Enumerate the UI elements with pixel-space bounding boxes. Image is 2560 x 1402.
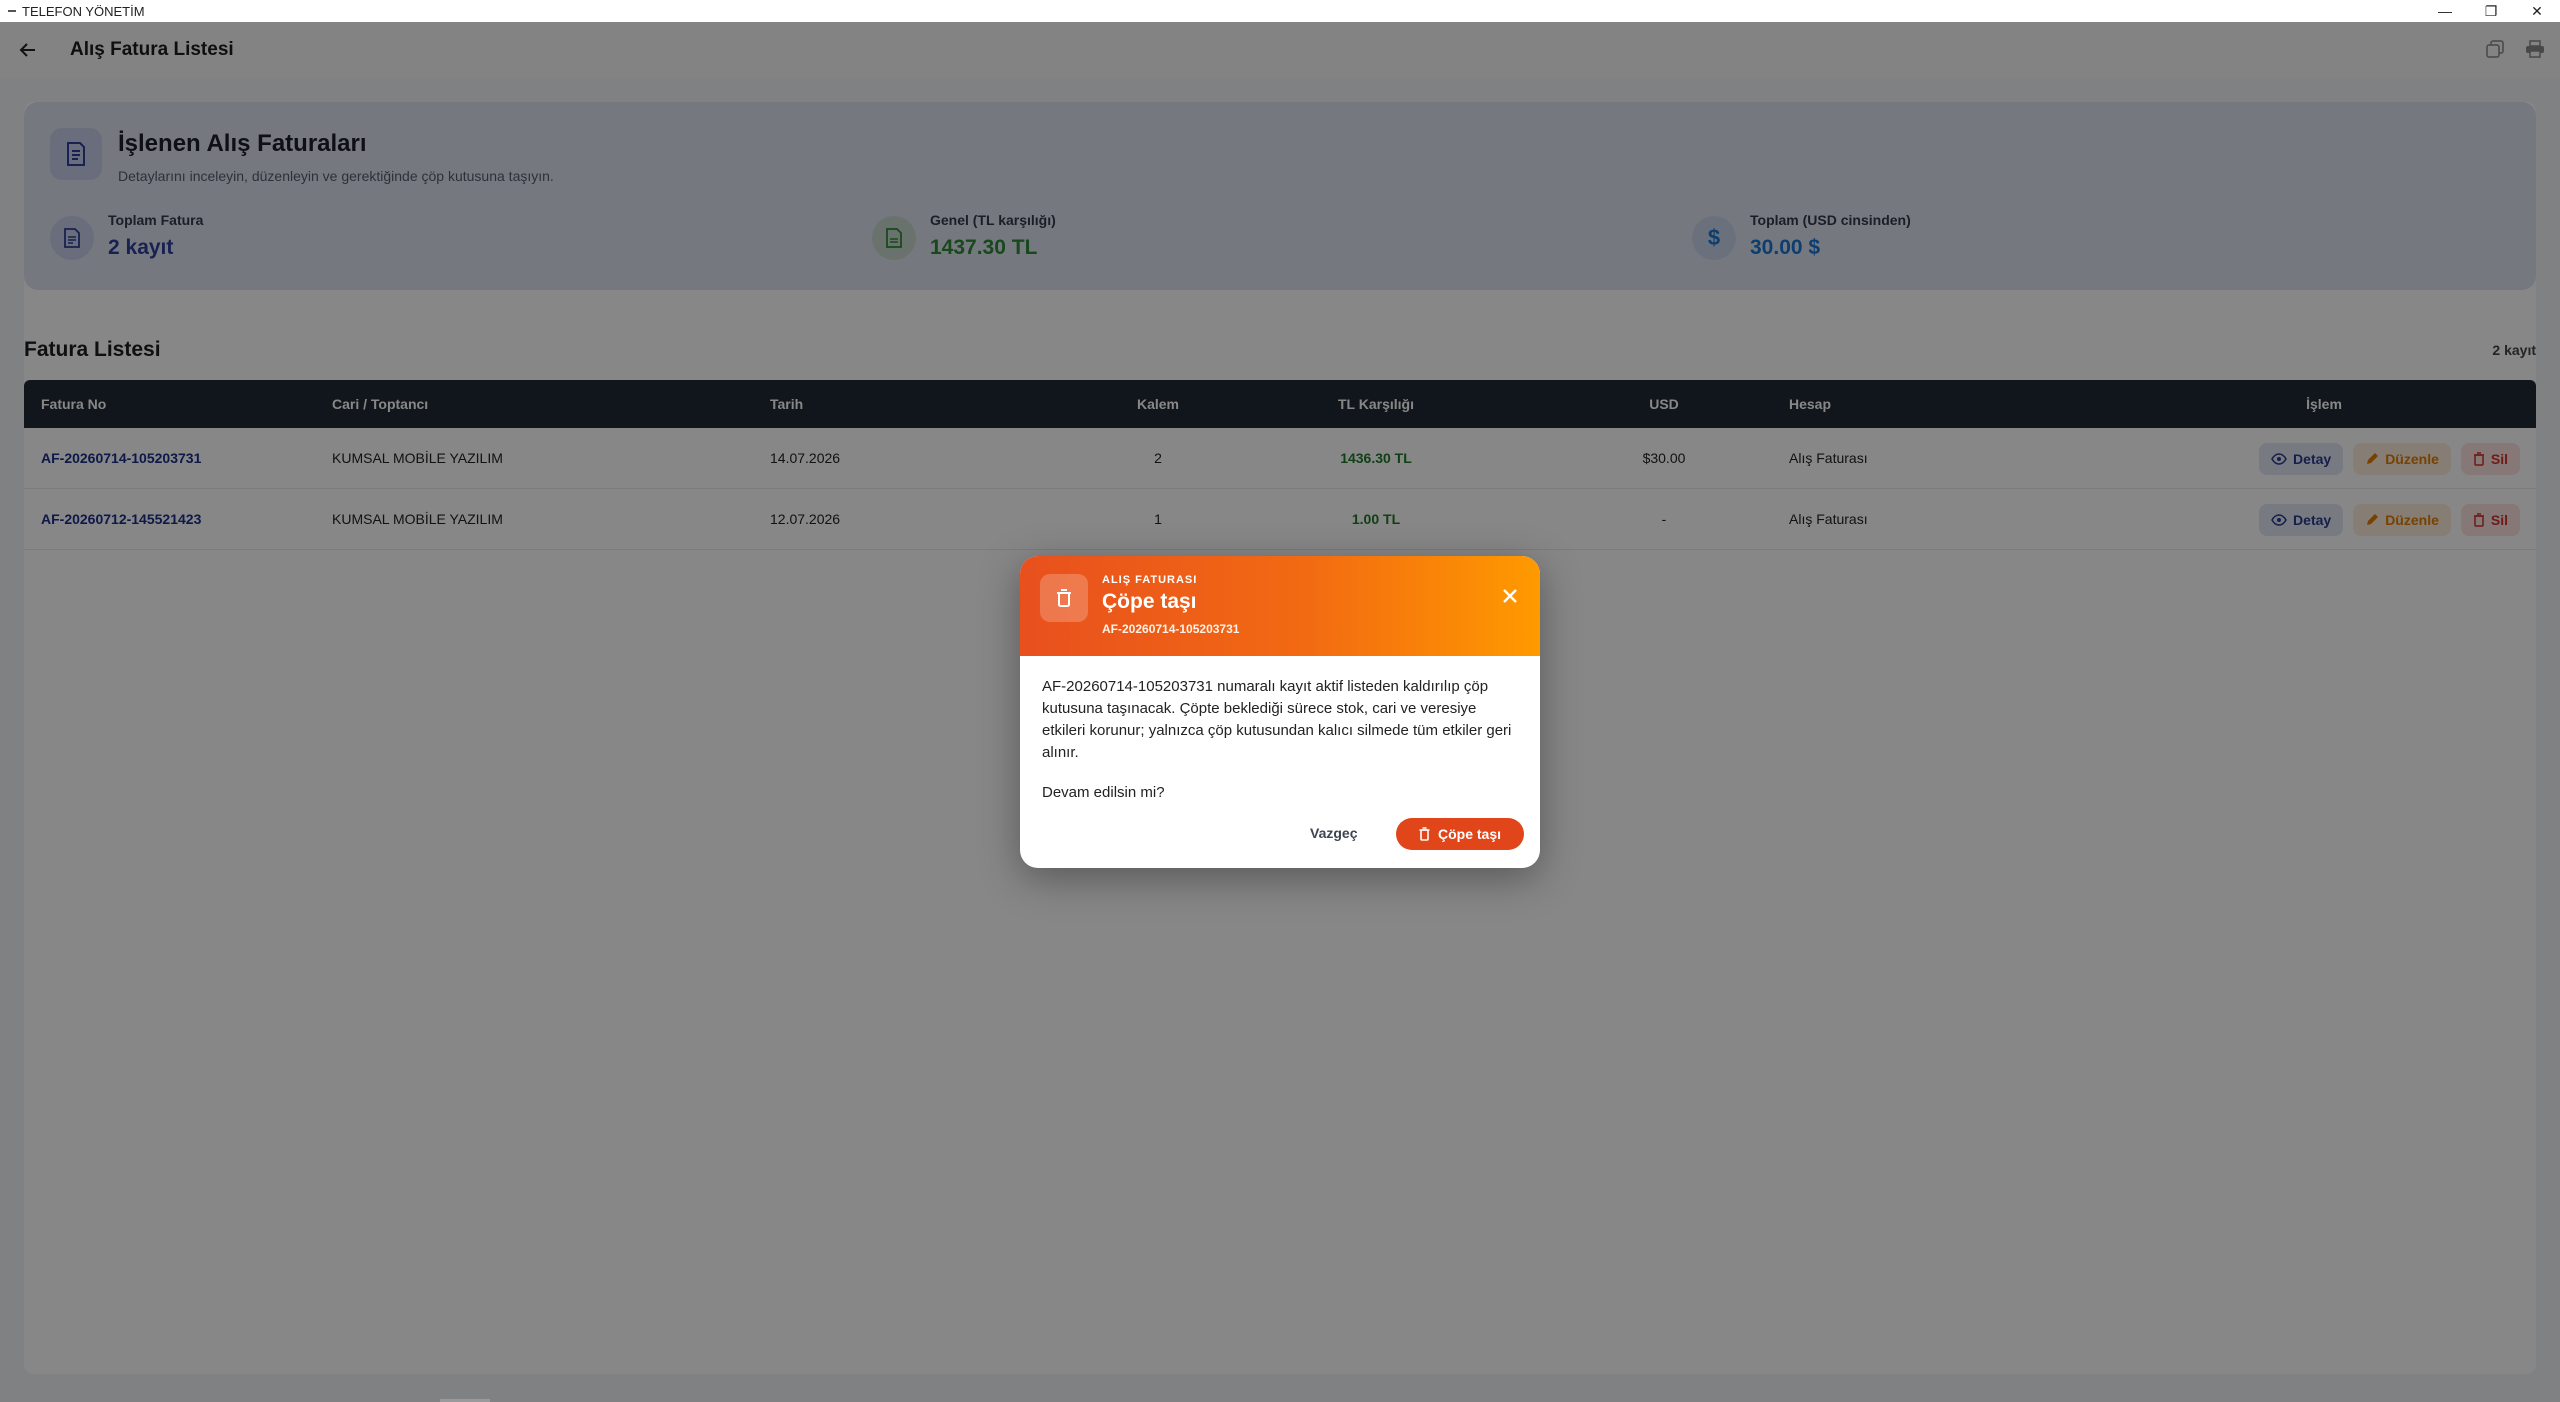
dialog-close-button[interactable]	[1496, 582, 1524, 610]
move-to-trash-button[interactable]: Çöpe taşı	[1396, 818, 1524, 850]
dialog-message: AF-20260714-105203731 numaralı kayıt akt…	[1042, 678, 1512, 761]
window-title: TELEFON YÖNETİM	[22, 3, 145, 19]
dialog-kicker: ALIŞ FATURASI	[1102, 574, 1198, 586]
close-window-button[interactable]: ✕	[2514, 0, 2560, 22]
app-icon	[8, 10, 16, 12]
trash-icon	[1040, 574, 1088, 622]
dialog-question: Devam edilsin mi?	[1042, 784, 1165, 801]
minimize-button[interactable]: —	[2422, 0, 2468, 22]
restore-button[interactable]: ❐	[2468, 0, 2514, 22]
window-controls: — ❐ ✕	[2422, 0, 2560, 22]
move-to-trash-label: Çöpe taşı	[1437, 826, 1501, 842]
trash-icon	[1419, 827, 1430, 841]
cancel-button[interactable]: Vazgeç	[1310, 818, 1357, 848]
dialog-header: ALIŞ FATURASI Çöpe taşı AF-20260714-1052…	[1020, 556, 1540, 656]
trash-confirm-dialog: ALIŞ FATURASI Çöpe taşı AF-20260714-1052…	[1020, 556, 1540, 868]
window-titlebar: TELEFON YÖNETİM — ❐ ✕	[0, 0, 2560, 22]
dialog-title: Çöpe taşı	[1102, 590, 1197, 613]
close-icon	[1503, 589, 1517, 603]
dialog-subtitle: AF-20260714-105203731	[1102, 622, 1240, 636]
